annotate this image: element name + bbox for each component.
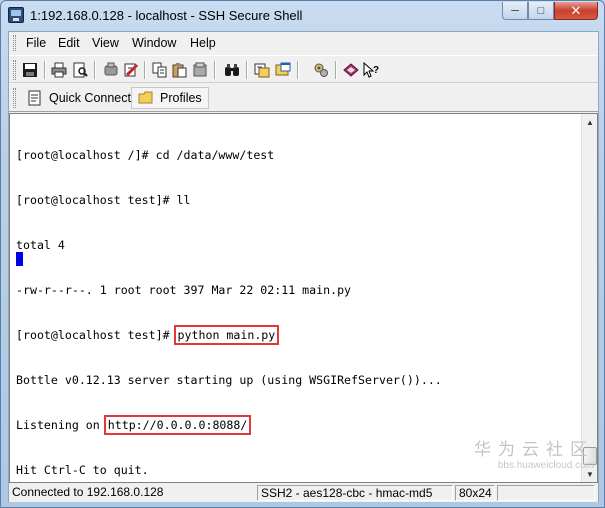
toolbar-separator bbox=[297, 61, 299, 79]
minimize-icon: ─ bbox=[511, 4, 519, 17]
help-book-button[interactable] bbox=[342, 61, 360, 79]
terminal-line: Hit Ctrl-C to quit. bbox=[16, 463, 149, 477]
file-transfer-icon bbox=[254, 63, 270, 78]
terminal-cursor bbox=[16, 252, 23, 266]
help-book-icon bbox=[343, 63, 359, 77]
maximize-button[interactable]: □ bbox=[528, 2, 554, 20]
quick-connect-icon bbox=[28, 90, 41, 106]
menu-grip[interactable] bbox=[13, 35, 16, 51]
quick-connect-label: Quick Connect bbox=[49, 91, 131, 105]
toolbar-separator bbox=[44, 61, 46, 79]
terminal-line: [root@localhost /]# cd /data/www/test bbox=[16, 148, 275, 162]
watermark-text: 华为云社区 bbox=[474, 440, 594, 459]
quick-toolbar: Quick Connect Profiles bbox=[9, 84, 598, 112]
context-help-icon: ? bbox=[363, 62, 379, 78]
print-button[interactable] bbox=[50, 61, 68, 79]
disconnect-icon bbox=[104, 62, 118, 76]
terminal-line-listening: Listening on http://0.0.0.0:8088/ bbox=[16, 415, 442, 435]
minimize-button[interactable]: ─ bbox=[502, 2, 528, 20]
highlighted-command: python main.py bbox=[173, 325, 280, 345]
file-transfer-button[interactable] bbox=[253, 61, 271, 79]
terminal-line: [root@localhost test]# ll bbox=[16, 193, 191, 207]
status-bar: Connected to 192.168.0.128 SSH2 - aes128… bbox=[9, 484, 598, 502]
menu-help[interactable]: Help bbox=[190, 36, 216, 50]
clear-icon bbox=[193, 62, 207, 77]
find-icon bbox=[225, 64, 239, 76]
scroll-up-icon: ▲ bbox=[586, 117, 594, 127]
toolbar-separator bbox=[94, 61, 96, 79]
folder-icon bbox=[138, 91, 153, 104]
tools-icon bbox=[314, 63, 328, 77]
terminal-line: Bottle v0.12.13 server starting up (usin… bbox=[16, 373, 442, 387]
save-icon bbox=[23, 63, 37, 77]
toolbar-separator bbox=[214, 61, 216, 79]
ssh-window: 1:192.168.0.128 - localhost - SSH Secure… bbox=[0, 0, 605, 508]
highlighted-url: http://0.0.0.0:8088/ bbox=[103, 415, 252, 435]
print-preview-button[interactable] bbox=[71, 61, 89, 79]
paste-button[interactable] bbox=[171, 61, 189, 79]
close-icon: ✕ bbox=[570, 2, 582, 18]
copy-button[interactable] bbox=[151, 61, 169, 79]
menu-view[interactable]: View bbox=[92, 36, 119, 50]
toolbar-grip[interactable] bbox=[13, 60, 16, 80]
client-area: File Edit View Window Help ? Quick Conne… bbox=[8, 31, 599, 502]
menu-window[interactable]: Window bbox=[132, 36, 176, 50]
svg-text:?: ? bbox=[373, 65, 379, 76]
menu-file[interactable]: File bbox=[26, 36, 46, 50]
menu-bar: File Edit View Window Help bbox=[9, 32, 598, 54]
prompt-text: [root@localhost test]# bbox=[16, 328, 177, 342]
toolbar-separator bbox=[246, 61, 248, 79]
scroll-up-button[interactable]: ▲ bbox=[582, 114, 598, 130]
copy-icon bbox=[152, 62, 167, 78]
print-icon bbox=[51, 62, 67, 78]
context-help-button[interactable]: ? bbox=[362, 61, 380, 79]
status-cipher: SSH2 - aes128-cbc - hmac-md5 bbox=[257, 485, 453, 501]
settings-button[interactable] bbox=[122, 61, 140, 79]
clear-button[interactable] bbox=[191, 61, 209, 79]
vertical-scrollbar[interactable]: ▲ ▼ bbox=[581, 114, 597, 482]
menu-edit[interactable]: Edit bbox=[58, 36, 80, 50]
terminal-area[interactable]: [root@localhost /]# cd /data/www/test [r… bbox=[9, 113, 598, 483]
new-window-button[interactable] bbox=[274, 61, 292, 79]
tools-button[interactable] bbox=[312, 61, 330, 79]
find-button[interactable] bbox=[223, 61, 241, 79]
disconnect-button[interactable] bbox=[102, 61, 120, 79]
main-toolbar: ? bbox=[9, 55, 598, 83]
window-title: 1:192.168.0.128 - localhost - SSH Secure… bbox=[30, 8, 303, 23]
terminal-line-command: [root@localhost test]# python main.py bbox=[16, 325, 442, 345]
listening-text: Listening on bbox=[16, 418, 107, 432]
terminal-line: total 4 bbox=[16, 238, 65, 252]
quickbar-grip[interactable] bbox=[13, 88, 16, 108]
watermark: 华为云社区 bbs.huaweicloud.com bbox=[474, 435, 594, 471]
maximize-icon: □ bbox=[537, 4, 545, 17]
terminal-line: -rw-r--r--. 1 root root 397 Mar 22 02:11… bbox=[16, 283, 352, 297]
close-button[interactable]: ✕ bbox=[554, 2, 598, 20]
save-button[interactable] bbox=[21, 61, 39, 79]
ssh-app-icon bbox=[8, 7, 24, 23]
quick-connect-button[interactable]: Quick Connect bbox=[21, 87, 137, 109]
status-size: 80x24 bbox=[455, 485, 495, 501]
terminal-output: [root@localhost /]# cd /data/www/test [r… bbox=[16, 118, 442, 508]
toolbar-separator bbox=[335, 61, 337, 79]
settings-icon bbox=[124, 63, 139, 77]
watermark-url: bbs.huaweicloud.com bbox=[497, 460, 594, 471]
window-controls: ─ □ ✕ bbox=[502, 2, 598, 20]
status-connection: Connected to 192.168.0.128 bbox=[12, 485, 164, 499]
toolbar-separator bbox=[144, 61, 146, 79]
profiles-label: Profiles bbox=[160, 91, 202, 105]
new-window-icon bbox=[275, 62, 291, 76]
paste-icon bbox=[172, 63, 187, 78]
profiles-button[interactable]: Profiles bbox=[131, 87, 209, 109]
title-bar[interactable]: 1:192.168.0.128 - localhost - SSH Secure… bbox=[1, 1, 604, 31]
print-preview-icon bbox=[73, 62, 88, 78]
status-extra bbox=[497, 485, 595, 501]
